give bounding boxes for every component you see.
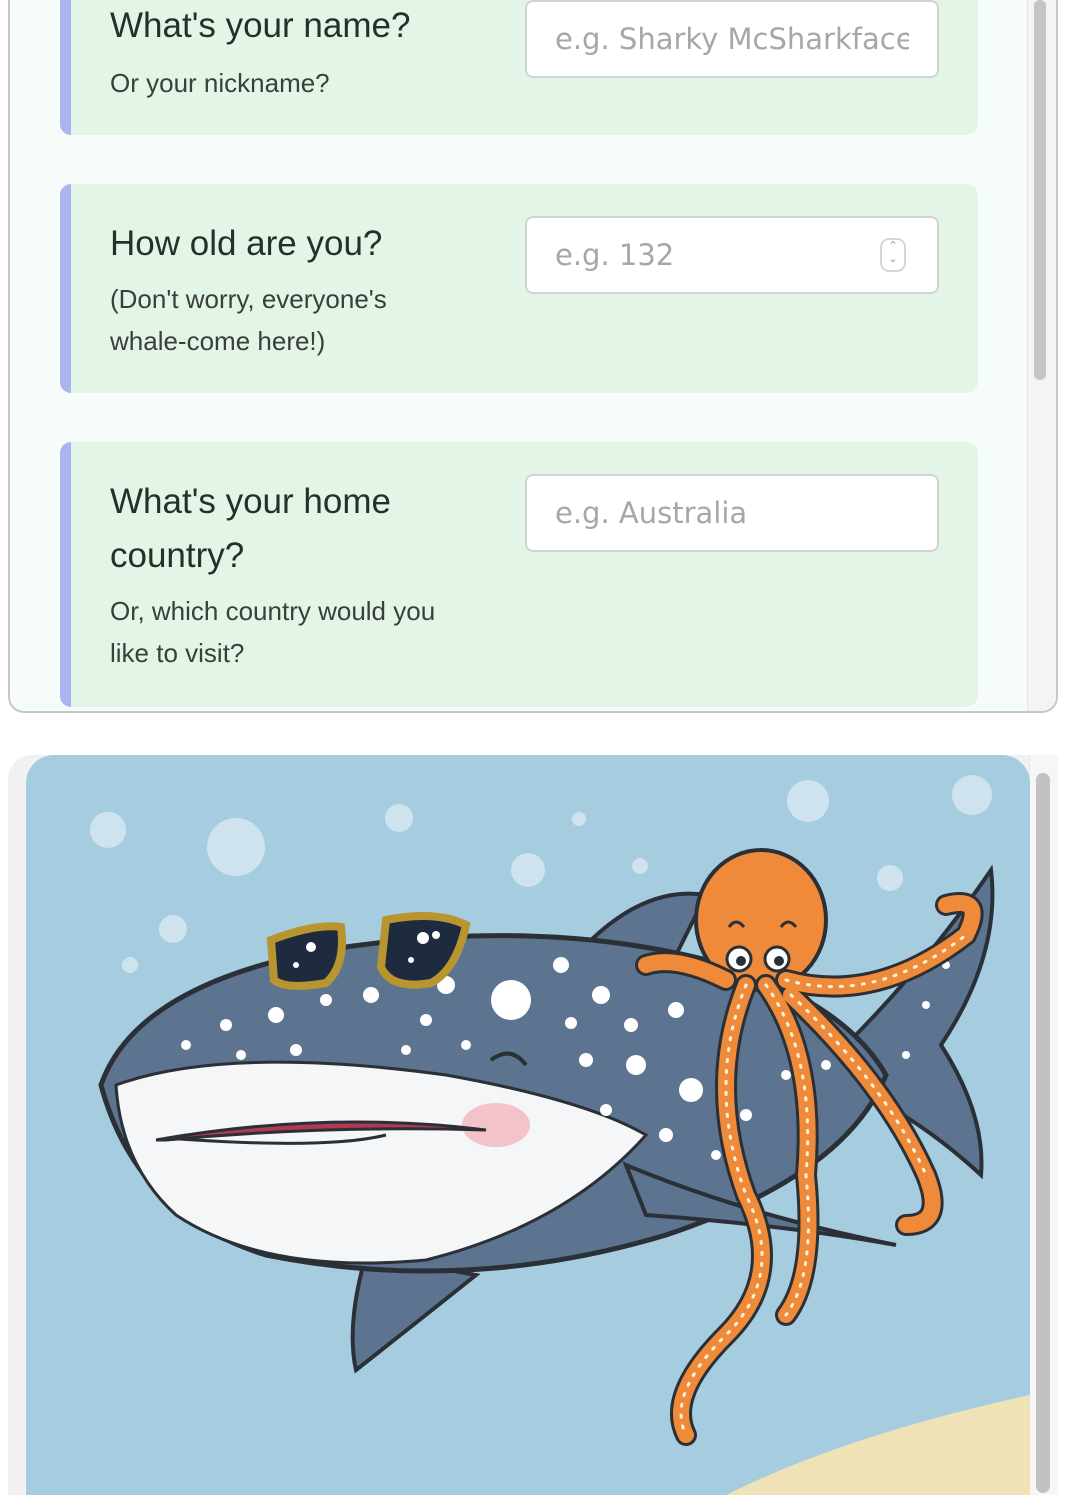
number-spinner-icon[interactable]: ⌃ ⌄ xyxy=(880,238,906,272)
card-accent-bar xyxy=(60,184,71,393)
question-label-line-1: What's your home xyxy=(110,482,391,521)
question-hint-line-1: Or, which country would you xyxy=(110,596,436,626)
question-label: What's your name? xyxy=(110,6,411,45)
whale-shark-octopus-illustration xyxy=(26,755,1030,1495)
question-label: How old are you? xyxy=(110,224,383,263)
question-card-country: What's your home country? Or, which coun… xyxy=(60,442,978,707)
question-hint-line-1: (Don't worry, everyone's xyxy=(110,284,387,314)
question-card-name: What's your name? Or your nickname? xyxy=(60,0,978,135)
age-input[interactable] xyxy=(525,216,939,294)
country-input[interactable] xyxy=(525,474,939,552)
card-accent-bar xyxy=(60,442,71,707)
illustration-scrollbar-thumb[interactable] xyxy=(1036,773,1050,1493)
question-label-line-2: country? xyxy=(110,536,245,575)
card-accent-bar xyxy=(60,0,71,135)
question-card-age: How old are you? (Don't worry, everyone'… xyxy=(60,184,978,393)
form-scrollbar-thumb[interactable] xyxy=(1034,0,1046,380)
illustration-panel xyxy=(8,755,1058,1495)
quiz-form-panel[interactable]: What's your name? Or your nickname? How … xyxy=(8,0,1058,713)
name-input[interactable] xyxy=(525,0,939,78)
question-hint-line-2: whale-come here!) xyxy=(110,326,326,356)
question-hint-line-2: like to visit? xyxy=(110,638,245,668)
question-hint: Or your nickname? xyxy=(110,68,330,98)
